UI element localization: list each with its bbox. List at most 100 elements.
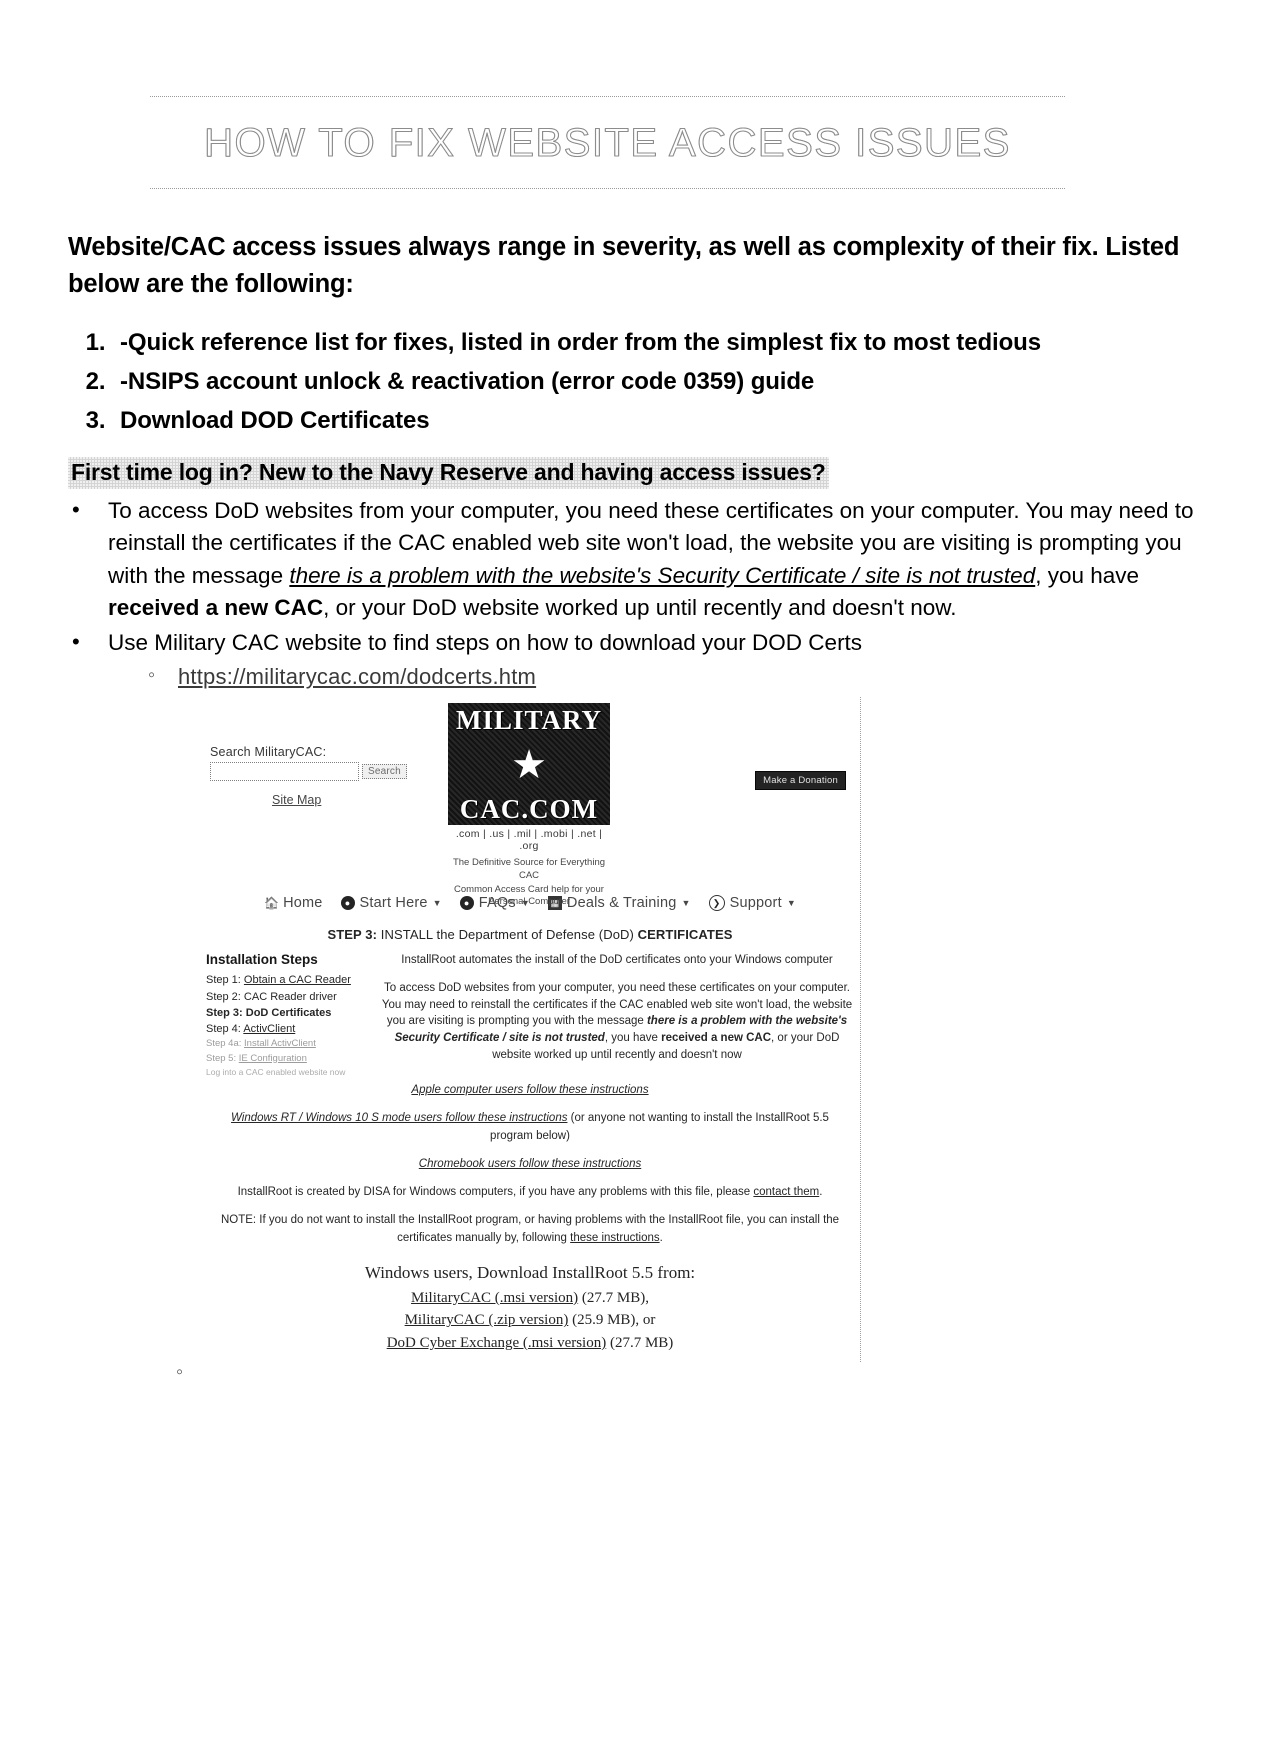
nav-item-support[interactable]: ❯ Support ▼ — [708, 895, 796, 912]
step-label: Step 4a: — [206, 1038, 242, 1050]
apple-instructions-link[interactable]: Apple computer users follow these instru… — [411, 1084, 648, 1096]
bullet-text-part3: , or your DoD website worked up until re… — [323, 595, 957, 621]
logo-tagline-1: The Definitive Source for Everything CAC — [452, 857, 606, 881]
intro-paragraph: Website/CAC access issues always range i… — [68, 233, 1180, 298]
nav-label: Support — [729, 895, 782, 912]
step-value[interactable]: ActivClient — [243, 1023, 295, 1035]
access-dod-text: To access DoD websites from your compute… — [380, 980, 854, 1063]
highlighted-heading: First time log in? New to the Navy Reser… — [68, 457, 829, 490]
install-step-1[interactable]: Step 1: Obtain a CAC Reader — [206, 972, 374, 988]
embedded-website-screenshot: Search MilitaryCAC: Search Site Map MILI… — [200, 697, 861, 1363]
download-link-zip[interactable]: MilitaryCAC (.zip version) — [405, 1312, 569, 1328]
install-step-4a[interactable]: Step 4a: Install ActivClient — [206, 1037, 374, 1051]
downloads-heading: Windows users, Download InstallRoot 5.5 … — [364, 1262, 696, 1282]
sub-bullet-list: https://militarycac.com/dodcerts.htm — [108, 661, 1215, 693]
step3-heading: STEP 3: INSTALL the Department of Defens… — [200, 927, 860, 942]
logo-tagline-3: Personal Computer — [488, 896, 570, 908]
disa-note: InstallRoot is created by DISA for Windo… — [210, 1184, 850, 1201]
logo-tld-list[interactable]: .com | .us | .mil | .mobi | .net | .org — [448, 828, 610, 852]
step-value[interactable]: Install ActivClient — [244, 1038, 316, 1049]
list-item: -Quick reference list for fixes, listed … — [112, 324, 1275, 363]
step-value[interactable]: Obtain a CAC Reader — [244, 974, 351, 986]
install-step-login[interactable]: Log into a CAC enabled website now — [206, 1066, 374, 1079]
step3-prefix: STEP 3: — [327, 927, 378, 943]
step-label: Step 1: — [206, 974, 241, 987]
installroot-auto-text: InstallRoot automates the install of the… — [401, 954, 833, 967]
logo-line-1: MILITARY — [455, 705, 603, 736]
step3-body: Installation Steps Step 1: Obtain a CAC … — [200, 952, 860, 1078]
circle-arrow-icon: ❯ — [708, 895, 725, 912]
site-search-block: Search MilitaryCAC: Search Site Map — [210, 745, 410, 807]
nav-item-start-here[interactable]: ● Start Here ▼ — [340, 895, 442, 911]
access-bold: received a new CAC — [661, 1032, 772, 1045]
windows-rt-instructions-link[interactable]: Windows RT / Windows 10 S mode users fol… — [231, 1112, 567, 1124]
bullet-use-militarycac: Use Military CAC website to find steps o… — [72, 626, 1215, 694]
nav-item-home[interactable]: 🏠 Home — [264, 895, 322, 911]
install-step-4[interactable]: Step 4: ActivClient — [206, 1021, 374, 1037]
chromebook-note[interactable]: Chromebook users follow these instructio… — [210, 1156, 850, 1173]
donate-button[interactable]: Make a Donation — [755, 771, 846, 791]
step-value[interactable]: IE Configuration — [239, 1053, 307, 1064]
download-row: MilitaryCAC (.msi version) (27.7 MB), — [200, 1287, 860, 1310]
chevron-down-icon: ▼ — [681, 898, 691, 909]
search-row: Search — [210, 762, 410, 782]
installation-steps-column: Installation Steps Step 1: Obtain a CAC … — [206, 952, 374, 1078]
militarycac-url-link[interactable]: https://militarycac.com/dodcerts.htm — [178, 664, 536, 689]
platform-notes: Apple computer users follow these instru… — [200, 1082, 860, 1247]
chevron-down-icon: ▼ — [432, 898, 442, 909]
bullet-text-part2: , you have — [1035, 562, 1140, 588]
disa-pre: InstallRoot is created by DISA for Windo… — [237, 1186, 754, 1199]
step3-description-column: InstallRoot automates the install of the… — [380, 952, 854, 1078]
access-part2: , you have — [604, 1032, 662, 1045]
bullet-emphasis-message: there is a problem with the website's Se… — [289, 562, 1036, 588]
chromebook-instructions-link[interactable]: Chromebook users follow these instructio… — [419, 1158, 641, 1170]
logo-line-2: CAC.COM — [459, 794, 599, 825]
site-map-link[interactable]: Site Map — [272, 793, 410, 807]
download-link-msi[interactable]: MilitaryCAC (.msi version) — [411, 1290, 578, 1306]
list-item: -NSIPS account unlock & reactivation (er… — [112, 363, 1275, 402]
title-rule-bottom — [150, 188, 1065, 189]
logo-box: MILITARY ★ CAC.COM — [448, 703, 610, 826]
page-title: HOW TO FIX WEBSITE ACCESS ISSUES — [204, 121, 1011, 166]
home-icon: 🏠 — [264, 896, 280, 911]
disc-icon: ● — [340, 896, 355, 911]
search-button[interactable]: Search — [362, 764, 407, 780]
download-size: (25.9 MB), or — [568, 1312, 656, 1329]
title-block: HOW TO FIX WEBSITE ACCESS ISSUES — [150, 96, 1065, 189]
these-instructions-link[interactable]: these instructions — [570, 1232, 660, 1244]
step-value[interactable]: CAC Reader driver — [244, 991, 337, 1003]
logo-tagline-2: Common Access Card help for your — [454, 884, 604, 896]
install-step-2[interactable]: Step 2: CAC Reader driver — [206, 989, 374, 1005]
install-step-5[interactable]: Step 5: IE Configuration — [206, 1052, 374, 1066]
nav-label: Home — [283, 895, 323, 912]
chevron-down-icon: ▼ — [786, 898, 796, 909]
step3-middle: INSTALL the Department of Defense (DoD) — [377, 927, 638, 943]
apple-note[interactable]: Apple computer users follow these instru… — [210, 1082, 850, 1099]
trailing-sub-bullet: ◦ — [176, 1361, 184, 1384]
bullet-list: To access DoD websites from your compute… — [0, 494, 1215, 694]
note-pre: NOTE: If you do not want to install the … — [220, 1214, 840, 1244]
step-value: DoD Certificates — [245, 1006, 332, 1019]
step-label: Step 5: — [206, 1052, 237, 1064]
list-item: Download DOD Certificates — [112, 402, 1275, 441]
step3-suffix: CERTIFICATES — [637, 927, 733, 943]
search-label: Search MilitaryCAC: — [210, 745, 327, 760]
windows-rt-note: Windows RT / Windows 10 S mode users fol… — [210, 1110, 850, 1145]
download-row: MilitaryCAC (.zip version) (25.9 MB), or — [200, 1309, 860, 1332]
contact-them-link[interactable]: contact them — [753, 1186, 819, 1198]
sub-bullet-link-item[interactable]: https://militarycac.com/dodcerts.htm — [148, 661, 1215, 693]
document-page: HOW TO FIX WEBSITE ACCESS ISSUES Website… — [0, 96, 1275, 1746]
install-step-3: Step 3: DoD Certificates — [206, 1005, 374, 1021]
manual-install-note: NOTE: If you do not want to install the … — [210, 1212, 850, 1247]
download-size: (27.7 MB) — [606, 1334, 674, 1351]
bullet-bold-cac: received a new CAC — [108, 595, 324, 621]
militarycac-logo: MILITARY ★ CAC.COM .com | .us | .mil | .… — [448, 703, 610, 908]
download-row: DoD Cyber Exchange (.msi version) (27.7 … — [200, 1332, 860, 1355]
search-input[interactable] — [210, 762, 359, 782]
installation-steps-heading: Installation Steps — [206, 952, 318, 968]
note-post: . — [659, 1231, 663, 1244]
bullet-text: Use Military CAC website to find steps o… — [108, 629, 863, 655]
download-link-cyber-exchange[interactable]: DoD Cyber Exchange (.msi version) — [387, 1335, 607, 1351]
step-label: Step 2: — [206, 990, 241, 1003]
site-header: Search MilitaryCAC: Search Site Map MILI… — [200, 703, 860, 907]
